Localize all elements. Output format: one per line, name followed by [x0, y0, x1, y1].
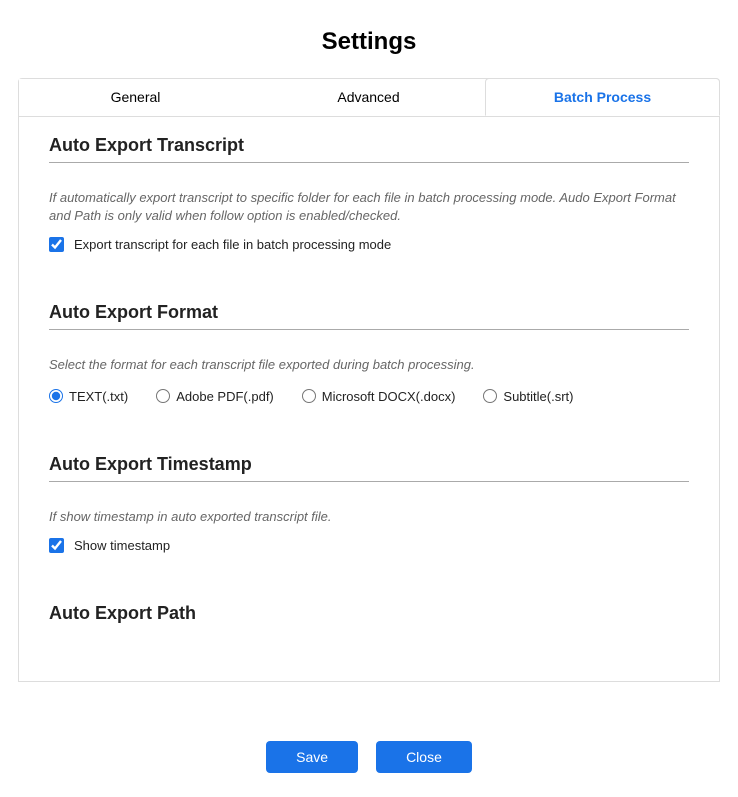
format-radio-srt-input[interactable] — [483, 389, 497, 403]
save-button[interactable]: Save — [266, 741, 358, 773]
section-auto-export-format: Auto Export Format Select the format for… — [49, 302, 689, 403]
format-radio-pdf-label: Adobe PDF(.pdf) — [176, 389, 274, 404]
section-title: Auto Export Format — [49, 302, 689, 330]
section-desc: If show timestamp in auto exported trans… — [49, 508, 689, 526]
format-radio-srt-label: Subtitle(.srt) — [503, 389, 573, 404]
show-timestamp-checkbox[interactable] — [49, 538, 64, 553]
tab-advanced[interactable]: Advanced — [252, 79, 485, 116]
export-transcript-checkbox-row[interactable]: Export transcript for each file in batch… — [49, 237, 689, 252]
format-radio-docx-label: Microsoft DOCX(.docx) — [322, 389, 456, 404]
show-timestamp-checkbox-row[interactable]: Show timestamp — [49, 538, 689, 553]
section-auto-export-transcript: Auto Export Transcript If automatically … — [49, 135, 689, 252]
section-desc: Select the format for each transcript fi… — [49, 356, 689, 374]
format-radio-txt-label: TEXT(.txt) — [69, 389, 128, 404]
format-radio-group: TEXT(.txt) Adobe PDF(.pdf) Microsoft DOC… — [49, 389, 689, 404]
section-auto-export-path: Auto Export Path — [49, 603, 689, 624]
show-timestamp-label: Show timestamp — [74, 538, 170, 553]
tab-general[interactable]: General — [19, 79, 252, 116]
format-radio-docx[interactable]: Microsoft DOCX(.docx) — [302, 389, 456, 404]
content-scroll[interactable]: Auto Export Transcript If automatically … — [18, 116, 720, 682]
export-transcript-label: Export transcript for each file in batch… — [74, 237, 391, 252]
format-radio-txt[interactable]: TEXT(.txt) — [49, 389, 128, 404]
format-radio-srt[interactable]: Subtitle(.srt) — [483, 389, 573, 404]
format-radio-docx-input[interactable] — [302, 389, 316, 403]
section-title: Auto Export Timestamp — [49, 454, 689, 482]
section-desc: If automatically export transcript to sp… — [49, 189, 689, 225]
format-radio-txt-input[interactable] — [49, 389, 63, 403]
tab-batch-process[interactable]: Batch Process — [485, 78, 720, 116]
tabs: General Advanced Batch Process — [18, 78, 720, 116]
section-auto-export-timestamp: Auto Export Timestamp If show timestamp … — [49, 454, 689, 553]
page-title: Settings — [0, 0, 738, 78]
section-title: Auto Export Transcript — [49, 135, 689, 163]
close-button[interactable]: Close — [376, 741, 472, 773]
footer: Save Close — [0, 741, 738, 773]
format-radio-pdf[interactable]: Adobe PDF(.pdf) — [156, 389, 274, 404]
export-transcript-checkbox[interactable] — [49, 237, 64, 252]
format-radio-pdf-input[interactable] — [156, 389, 170, 403]
section-title: Auto Export Path — [49, 603, 689, 624]
